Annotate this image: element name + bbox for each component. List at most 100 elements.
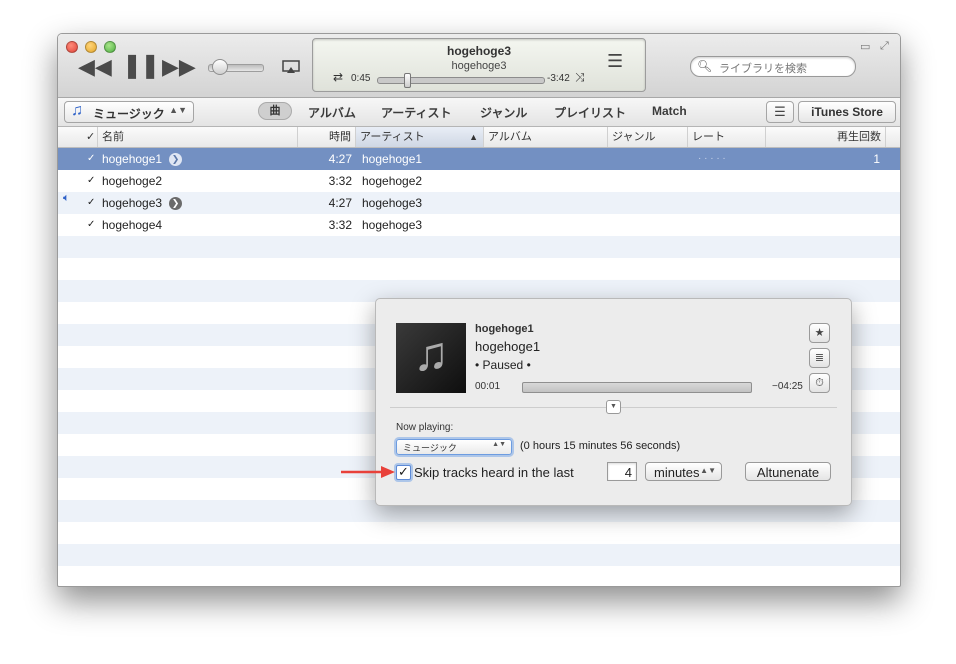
sort-ascending-icon: ▲ <box>469 132 478 142</box>
close-window-button[interactable] <box>66 41 78 53</box>
tab-artists[interactable]: アーティスト <box>381 104 452 121</box>
pause-icon[interactable]: ❚❚ <box>122 54 160 78</box>
go-arrow-icon[interactable]: ❯ <box>169 153 182 166</box>
track-checkbox[interactable]: ✓ <box>87 154 96 164</box>
tab-genres[interactable]: ジャンル <box>480 104 527 121</box>
track-artist: hogehoge2 <box>362 174 423 188</box>
table-row[interactable]: ✓ hogehoge1 ❯ 4:27 hogehoge1 · · · · · 1 <box>58 148 900 170</box>
column-rating[interactable]: レート <box>688 127 766 147</box>
track-checkbox[interactable]: ✓ <box>87 198 96 208</box>
track-table-header: ✓ 名前 時間 アーティスト ▲ アルバム ジャンル レート 再生回数 <box>58 127 900 148</box>
navigation-bar: ♫ ミュージック ▲▼ 曲 アルバム アーティスト ジャンル プレイリスト Ma… <box>58 98 900 127</box>
playback-progress-bar[interactable] <box>377 77 545 84</box>
popup-remaining-time: −04:25 <box>772 381 803 392</box>
fullscreen-icon[interactable]: ⤢ <box>880 40 889 53</box>
airplay-icon[interactable] <box>282 60 300 74</box>
itunes-store-button[interactable]: iTunes Store <box>798 101 896 123</box>
now-playing-title: hogehoge3 <box>446 44 511 58</box>
table-row[interactable]: ✓ hogehoge4 3:32 hogehoge3 <box>58 214 900 236</box>
fast-forward-icon[interactable]: ▶▶ <box>162 56 196 78</box>
track-artist: hogehoge3 <box>362 218 423 232</box>
star-button[interactable]: ★ <box>809 323 830 343</box>
track-rating[interactable]: · · · · · <box>698 148 726 170</box>
track-name: hogehoge2 <box>102 174 163 188</box>
library-search-input[interactable]: 🔍︎ ライブラリを検索 <box>690 56 856 77</box>
empty-row <box>58 544 900 566</box>
track-time: 3:32 <box>328 174 352 188</box>
miniplayer-icon[interactable]: ▭ <box>860 40 870 53</box>
column-artist[interactable]: アーティスト ▲ <box>356 127 484 147</box>
now-playing-artist: hogehoge3 <box>451 60 507 72</box>
up-next-list-icon[interactable]: ☰ <box>607 51 623 72</box>
skip-tracks-checkbox[interactable]: ✓ <box>396 465 411 480</box>
empty-row <box>58 258 900 280</box>
go-arrow-icon[interactable]: ❯ <box>169 197 182 210</box>
track-time: 4:27 <box>328 196 352 210</box>
playlist-select[interactable]: ミュージック ▲▼ <box>396 439 512 455</box>
library-selector-label: ミュージック <box>93 107 165 121</box>
collapse-chevron-icon[interactable]: ▼ <box>606 400 621 414</box>
track-artist: hogehoge3 <box>362 196 423 210</box>
tab-playlists[interactable]: プレイリスト <box>554 104 626 121</box>
annotation-arrow-icon <box>341 466 395 478</box>
updown-arrow-icon: ▲▼ <box>700 466 716 475</box>
altunenate-button[interactable]: Altunenate <box>745 462 831 481</box>
album-artwork: ♫ <box>396 323 466 393</box>
now-playing-display: hogehoge3 hogehoge3 ⇄ 0:45 -3:42 ⤨ ☰ <box>312 38 646 92</box>
search-icon: 🔍︎ <box>697 59 713 73</box>
lyrics-button[interactable]: ≣ <box>809 348 830 368</box>
tab-songs[interactable]: 曲 <box>258 102 292 120</box>
tab-match[interactable]: Match <box>652 104 687 118</box>
playback-scrubber[interactable] <box>403 73 411 88</box>
popup-playback-state: • Paused • <box>475 358 531 372</box>
list-icon: ☰ <box>774 104 786 119</box>
library-selector[interactable]: ♫ ミュージック ▲▼ <box>64 101 194 123</box>
tab-albums[interactable]: アルバム <box>308 104 356 121</box>
track-checkbox[interactable]: ✓ <box>87 220 96 230</box>
column-status <box>58 127 84 147</box>
track-time: 3:32 <box>328 218 352 232</box>
column-name[interactable]: 名前 <box>98 127 298 147</box>
time-unit-select[interactable]: minutes ▲▼ <box>645 462 722 481</box>
popup-track-title: hogehoge1 <box>475 323 534 335</box>
skip-tracks-label[interactable]: Skip tracks heard in the last <box>414 465 574 480</box>
table-row[interactable]: 🔈︎ ✓ hogehoge3 ❯ 4:27 hogehoge3 <box>58 192 900 214</box>
updown-arrow-icon: ▲▼ <box>492 441 506 448</box>
column-play-count[interactable]: 再生回数 <box>766 127 886 147</box>
minimize-window-button[interactable] <box>85 41 97 53</box>
skip-amount-field[interactable]: 4 <box>607 462 637 481</box>
transport-bar: ◀◀ ❚❚ ▶▶ hogehoge3 hogehoge3 ⇄ 0:45 -3:4… <box>58 34 900 98</box>
column-artist-label: アーティスト <box>360 131 425 143</box>
timer-button[interactable]: ⏱︎ <box>809 373 830 393</box>
elapsed-time: 0:45 <box>351 73 371 84</box>
track-name: hogehoge1 <box>102 152 163 166</box>
rewind-icon[interactable]: ◀◀ <box>78 56 112 78</box>
table-row[interactable]: ✓ hogehoge2 3:32 hogehoge2 <box>58 170 900 192</box>
popup-progress-bar[interactable] <box>522 382 752 393</box>
music-note-icon: ♫ <box>71 102 83 119</box>
now-playing-label: Now playing: <box>396 422 454 433</box>
empty-row <box>58 522 900 544</box>
track-play-count: 1 <box>873 152 880 166</box>
playlist-select-value: ミュージック <box>403 443 457 453</box>
popup-track-artist: hogehoge1 <box>475 339 541 354</box>
track-artist: hogehoge1 <box>362 152 423 166</box>
column-check[interactable]: ✓ <box>84 127 98 147</box>
repeat-icon[interactable]: ⇄ <box>333 70 343 84</box>
empty-row <box>58 566 900 586</box>
column-album[interactable]: アルバム <box>484 127 608 147</box>
shuffle-icon[interactable]: ⤨ <box>575 70 585 85</box>
track-checkbox[interactable]: ✓ <box>87 176 96 186</box>
volume-knob[interactable] <box>212 59 228 75</box>
view-options-button[interactable]: ☰ <box>766 101 794 123</box>
track-time: 4:27 <box>328 152 352 166</box>
track-name: hogehoge4 <box>102 218 163 232</box>
music-note-icon: ♫ <box>413 328 449 381</box>
column-genre[interactable]: ジャンル <box>608 127 688 147</box>
zoom-window-button[interactable] <box>104 41 116 53</box>
track-name: hogehoge3 <box>102 196 163 210</box>
timer-icon: ⏱︎ <box>815 377 824 389</box>
shuffle-player-panel: ♫ hogehoge1 hogehoge1 • Paused • 00:01 −… <box>375 298 852 506</box>
empty-row <box>58 236 900 258</box>
column-time[interactable]: 時間 <box>298 127 356 147</box>
